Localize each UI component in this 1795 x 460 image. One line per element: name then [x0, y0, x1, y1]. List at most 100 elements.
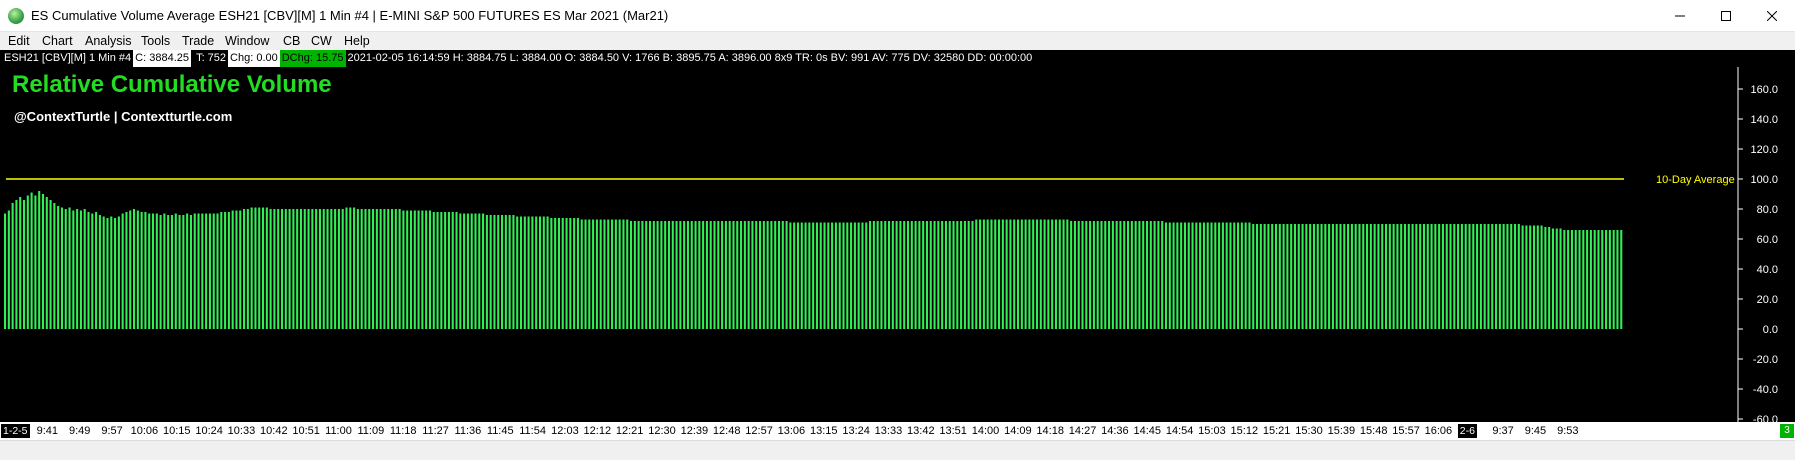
volume-bar: [891, 221, 894, 329]
y-tick-label: 120.0: [1750, 144, 1778, 156]
menu-cb[interactable]: CB: [283, 32, 300, 50]
volume-bar: [1320, 224, 1323, 329]
volume-bar: [740, 221, 743, 329]
volume-bar: [1453, 224, 1456, 329]
corner-badge[interactable]: 3: [1780, 424, 1794, 438]
time-tick-label: 10:42: [260, 425, 288, 437]
volume-bar: [1343, 224, 1346, 329]
volume-bar: [664, 221, 667, 329]
volume-bar: [265, 207, 268, 329]
volume-bar: [1191, 222, 1194, 329]
volume-chart: 10-Day Average 160.0 140.0 120.0 100.0 80.0 6…: [4, 67, 1778, 422]
volume-bar: [777, 221, 781, 329]
volume-bar: [1263, 224, 1266, 329]
volume-bar: [1066, 219, 1069, 329]
window-title-bar[interactable]: ES Cumulative Volume Average ESH21 [CBV]…: [0, 0, 1795, 32]
menu-trade[interactable]: Trade: [182, 32, 214, 50]
volume-bar: [705, 221, 708, 329]
menu-analysis[interactable]: Analysis: [85, 32, 132, 50]
volume-bar: [1274, 224, 1278, 329]
volume-bar: [53, 203, 56, 329]
volume-bar: [170, 215, 174, 329]
volume-bar: [485, 215, 488, 329]
volume-bar: [1248, 222, 1251, 329]
volume-bar: [709, 221, 712, 329]
time-tick-label: 12:21: [615, 425, 644, 437]
volume-bar: [599, 219, 602, 329]
chart-area[interactable]: 10-Day Average 160.0 140.0 120.0 100.0 80.0 6…: [0, 67, 1795, 422]
menu-window[interactable]: Window: [225, 32, 269, 50]
volume-bar: [971, 221, 974, 329]
menu-help[interactable]: Help: [344, 32, 370, 50]
volume-bar: [1001, 219, 1004, 329]
volume-bar: [470, 213, 473, 329]
volume-bar: [1605, 230, 1608, 329]
volume-bar: [1491, 224, 1494, 329]
volume-bar: [98, 215, 101, 329]
volume-bar: [1316, 224, 1319, 329]
menu-edit[interactable]: Edit: [8, 32, 30, 50]
volume-bar: [1601, 230, 1604, 329]
volume-bar: [387, 209, 390, 329]
volume-bar: [1464, 224, 1467, 329]
volume-bar: [1145, 221, 1149, 329]
volume-bar: [231, 210, 234, 329]
volume-bar: [690, 221, 693, 329]
volume-bar: [747, 221, 750, 329]
volume-bar: [205, 213, 208, 329]
volume-bar: [1009, 219, 1012, 329]
volume-bar: [1358, 224, 1361, 329]
volume-bar: [49, 200, 52, 329]
time-tick-label: 13:51: [939, 425, 967, 437]
volume-bar: [565, 218, 568, 329]
volume-bar: [728, 221, 731, 329]
volume-bar: [326, 209, 329, 329]
maximize-button[interactable]: [1703, 0, 1749, 32]
volume-bar: [1445, 224, 1448, 329]
volume-bar: [944, 221, 947, 329]
volume-bar: [1161, 221, 1164, 329]
volume-bar: [1517, 224, 1520, 329]
volume-bar: [622, 219, 625, 329]
volume-bar: [990, 219, 993, 329]
volume-bar: [1077, 221, 1080, 329]
volume-bar: [963, 221, 966, 329]
minimize-button[interactable]: [1657, 0, 1703, 32]
volume-bar: [751, 221, 754, 329]
volume-bar: [595, 219, 598, 329]
volume-bar: [375, 209, 378, 329]
volume-bar: [842, 222, 845, 329]
status-bar: [0, 440, 1795, 460]
volume-bar: [1407, 224, 1410, 329]
volume-bar: [1529, 225, 1532, 329]
close-button[interactable]: [1749, 0, 1795, 32]
volume-bar: [311, 209, 314, 329]
volume-bar: [1536, 225, 1539, 329]
time-tick-label: 10:06: [130, 425, 159, 437]
volume-bar: [1100, 221, 1103, 329]
volume-bar: [1187, 222, 1190, 329]
volume-bar: [478, 213, 481, 329]
volume-bar: [758, 221, 762, 329]
menu-chart[interactable]: Chart: [42, 32, 73, 50]
volume-bar: [554, 218, 557, 329]
volume-bar: [804, 222, 807, 329]
volume-bar: [1153, 221, 1156, 329]
minimize-icon: [1675, 15, 1685, 17]
volume-bar: [573, 218, 576, 329]
time-tick-label: 11:45: [486, 425, 514, 437]
menu-tools[interactable]: Tools: [141, 32, 170, 50]
y-tick-label: 0.0: [1763, 324, 1778, 336]
time-axis[interactable]: 3 1-2-5 9:41 9:49 9:57 10:06 10:15 10:24 10:33 1…: [0, 422, 1795, 440]
volume-bar: [1244, 222, 1247, 329]
volume-bar: [1551, 228, 1555, 329]
volume-bar: [364, 209, 367, 329]
menu-cw[interactable]: CW: [311, 32, 332, 50]
volume-bar: [72, 210, 75, 329]
volume-bar: [208, 213, 211, 329]
volume-bar: [246, 209, 249, 329]
time-tick-label: 11:09: [357, 425, 385, 437]
volume-bar: [1498, 224, 1501, 329]
volume-bar: [1058, 219, 1061, 329]
volume-bar: [1225, 222, 1228, 329]
